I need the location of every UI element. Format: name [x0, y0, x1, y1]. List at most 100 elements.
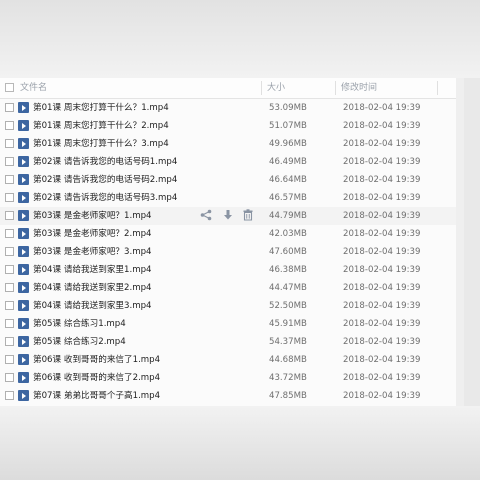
file-name[interactable]: 第02课 请告诉我您的电话号码2.mp4 — [33, 171, 177, 189]
file-row[interactable]: 第02课 请告诉我您的电话号码2.mp4 46.64MB 2018-02-04 19… — [0, 171, 456, 189]
file-name[interactable]: 第03课 是金老师家吧？2.mp4 — [33, 225, 152, 243]
file-row[interactable]: 第03课 是金老师家吧？2.mp4 42.03MB 2018-02-04 19:39 — [0, 225, 456, 243]
file-modified-time: 2018-02-04 19:39 — [343, 211, 421, 221]
file-size: 47.60MB — [269, 247, 307, 257]
file-name[interactable]: 第01课 周末您打算干什么？3.mp4 — [33, 135, 169, 153]
file-name[interactable]: 第04课 请给我送到家里2.mp4 — [33, 279, 152, 297]
row-checkbox[interactable] — [5, 103, 14, 112]
file-name[interactable]: 第06课 收到哥哥的来信了2.mp4 — [33, 369, 160, 387]
bottom-background — [0, 406, 480, 480]
file-row[interactable]: 第07课 弟弟比哥哥个子高1.mp4 47.85MB 2018-02-04 19:3… — [0, 387, 456, 405]
column-divider[interactable] — [335, 81, 336, 95]
video-file-icon — [18, 318, 29, 329]
file-size: 45.91MB — [269, 319, 307, 329]
row-checkbox[interactable] — [5, 355, 14, 364]
file-row[interactable]: 第02课 请告诉我您的电话号码1.mp4 46.49MB 2018-02-04 19… — [0, 153, 456, 171]
file-name[interactable]: 第01课 周末您打算干什么？1.mp4 — [33, 99, 169, 117]
file-size: 44.79MB — [269, 211, 307, 221]
vertical-scrollbar[interactable] — [456, 78, 464, 406]
file-modified-time: 2018-02-04 19:39 — [343, 247, 421, 257]
file-row[interactable]: 第05课 综合练习2.mp4 54.37MB 2018-02-04 19:39 — [0, 333, 456, 351]
file-modified-time: 2018-02-04 19:39 — [343, 265, 421, 275]
file-name[interactable]: 第03课 是金老师家吧？1.mp4 — [33, 207, 152, 225]
column-header-time[interactable]: 修改时间 — [341, 78, 377, 98]
file-name[interactable]: 第05课 综合练习1.mp4 — [33, 315, 126, 333]
file-name[interactable]: 第05课 综合练习2.mp4 — [33, 333, 126, 351]
row-checkbox[interactable] — [5, 157, 14, 166]
file-row[interactable]: 第04课 请给我送到家里2.mp4 44.47MB 2018-02-04 19:39 — [0, 279, 456, 297]
file-modified-time: 2018-02-04 19:39 — [343, 373, 421, 383]
video-file-icon — [18, 156, 29, 167]
row-checkbox[interactable] — [5, 301, 14, 310]
file-name[interactable]: 第04课 请给我送到家里3.mp4 — [33, 297, 152, 315]
file-row[interactable]: 第04课 请给我送到家里3.mp4 52.50MB 2018-02-04 19:39 — [0, 297, 456, 315]
file-row[interactable]: 第06课 收到哥哥的来信了2.mp4 43.72MB 2018-02-04 19:3… — [0, 369, 456, 387]
row-checkbox[interactable] — [5, 265, 14, 274]
file-size: 47.85MB — [269, 391, 307, 401]
file-row[interactable]: 第01课 周末您打算干什么？3.mp4 49.96MB 2018-02-04 19:… — [0, 135, 456, 153]
file-name[interactable]: 第03课 是金老师家吧？3.mp4 — [33, 243, 152, 261]
file-name[interactable]: 第04课 请给我送到家里1.mp4 — [33, 261, 152, 279]
row-checkbox[interactable] — [5, 175, 14, 184]
file-modified-time: 2018-02-04 19:39 — [343, 103, 421, 113]
file-modified-time: 2018-02-04 19:39 — [343, 319, 421, 329]
row-checkbox[interactable] — [5, 283, 14, 292]
video-file-icon — [18, 300, 29, 311]
video-file-icon — [18, 264, 29, 275]
file-name[interactable]: 第02课 请告诉我您的电话号码1.mp4 — [33, 153, 177, 171]
file-name[interactable]: 第06课 收到哥哥的来信了1.mp4 — [33, 351, 160, 369]
file-row[interactable]: 第01课 周末您打算干什么？1.mp4 53.09MB 2018-02-04 19:… — [0, 99, 456, 117]
file-row[interactable]: 第01课 周末您打算干什么？2.mp4 51.07MB 2018-02-04 19:… — [0, 117, 456, 135]
file-modified-time: 2018-02-04 19:39 — [343, 193, 421, 203]
file-size: 46.64MB — [269, 175, 307, 185]
file-name[interactable]: 第02课 请告诉我您的电话号码3.mp4 — [33, 189, 177, 207]
delete-icon[interactable] — [242, 209, 256, 223]
file-list: 第01课 周末您打算干什么？1.mp4 53.09MB 2018-02-04 19:… — [0, 99, 456, 405]
file-modified-time: 2018-02-04 19:39 — [343, 391, 421, 401]
file-row[interactable]: 第06课 收到哥哥的来信了1.mp4 44.68MB 2018-02-04 19:3… — [0, 351, 456, 369]
file-size: 46.57MB — [269, 193, 307, 203]
file-row[interactable]: 第05课 综合练习1.mp4 45.91MB 2018-02-04 19:39 — [0, 315, 456, 333]
file-size: 49.96MB — [269, 139, 307, 149]
file-row[interactable]: 第03课 是金老师家吧？3.mp4 47.60MB 2018-02-04 19:39 — [0, 243, 456, 261]
video-file-icon — [18, 228, 29, 239]
file-row[interactable]: 第03课 是金老师家吧？1.mp4 44.79MB 2018-02-04 19:39 — [0, 207, 456, 225]
video-file-icon — [18, 138, 29, 149]
file-size: 46.49MB — [269, 157, 307, 167]
select-all-checkbox[interactable] — [5, 83, 14, 92]
share-icon[interactable] — [200, 209, 214, 223]
column-header-size[interactable]: 大小 — [267, 78, 285, 98]
file-modified-time: 2018-02-04 19:39 — [343, 175, 421, 185]
column-divider[interactable] — [437, 81, 438, 95]
row-checkbox[interactable] — [5, 229, 14, 238]
top-background — [0, 0, 480, 78]
video-file-icon — [18, 282, 29, 293]
file-size: 43.72MB — [269, 373, 307, 383]
file-size: 46.38MB — [269, 265, 307, 275]
video-file-icon — [18, 372, 29, 383]
column-divider[interactable] — [261, 81, 262, 95]
row-checkbox[interactable] — [5, 193, 14, 202]
file-size: 42.03MB — [269, 229, 307, 239]
row-checkbox[interactable] — [5, 319, 14, 328]
row-checkbox[interactable] — [5, 247, 14, 256]
download-icon[interactable] — [222, 209, 236, 223]
row-checkbox[interactable] — [5, 121, 14, 130]
file-name[interactable]: 第07课 弟弟比哥哥个子高1.mp4 — [33, 387, 160, 405]
file-modified-time: 2018-02-04 19:39 — [343, 301, 421, 311]
file-name[interactable]: 第01课 周末您打算干什么？2.mp4 — [33, 117, 169, 135]
column-header-name[interactable]: 文件名 — [20, 78, 47, 98]
file-size: 52.50MB — [269, 301, 307, 311]
video-file-icon — [18, 210, 29, 221]
row-checkbox[interactable] — [5, 373, 14, 382]
row-checkbox[interactable] — [5, 211, 14, 220]
file-row[interactable]: 第04课 请给我送到家里1.mp4 46.38MB 2018-02-04 19:39 — [0, 261, 456, 279]
video-file-icon — [18, 390, 29, 401]
row-checkbox[interactable] — [5, 337, 14, 346]
row-checkbox[interactable] — [5, 391, 14, 400]
row-checkbox[interactable] — [5, 139, 14, 148]
file-modified-time: 2018-02-04 19:39 — [343, 229, 421, 239]
file-row[interactable]: 第02课 请告诉我您的电话号码3.mp4 46.57MB 2018-02-04 19… — [0, 189, 456, 207]
video-file-icon — [18, 192, 29, 203]
file-modified-time: 2018-02-04 19:39 — [343, 337, 421, 347]
